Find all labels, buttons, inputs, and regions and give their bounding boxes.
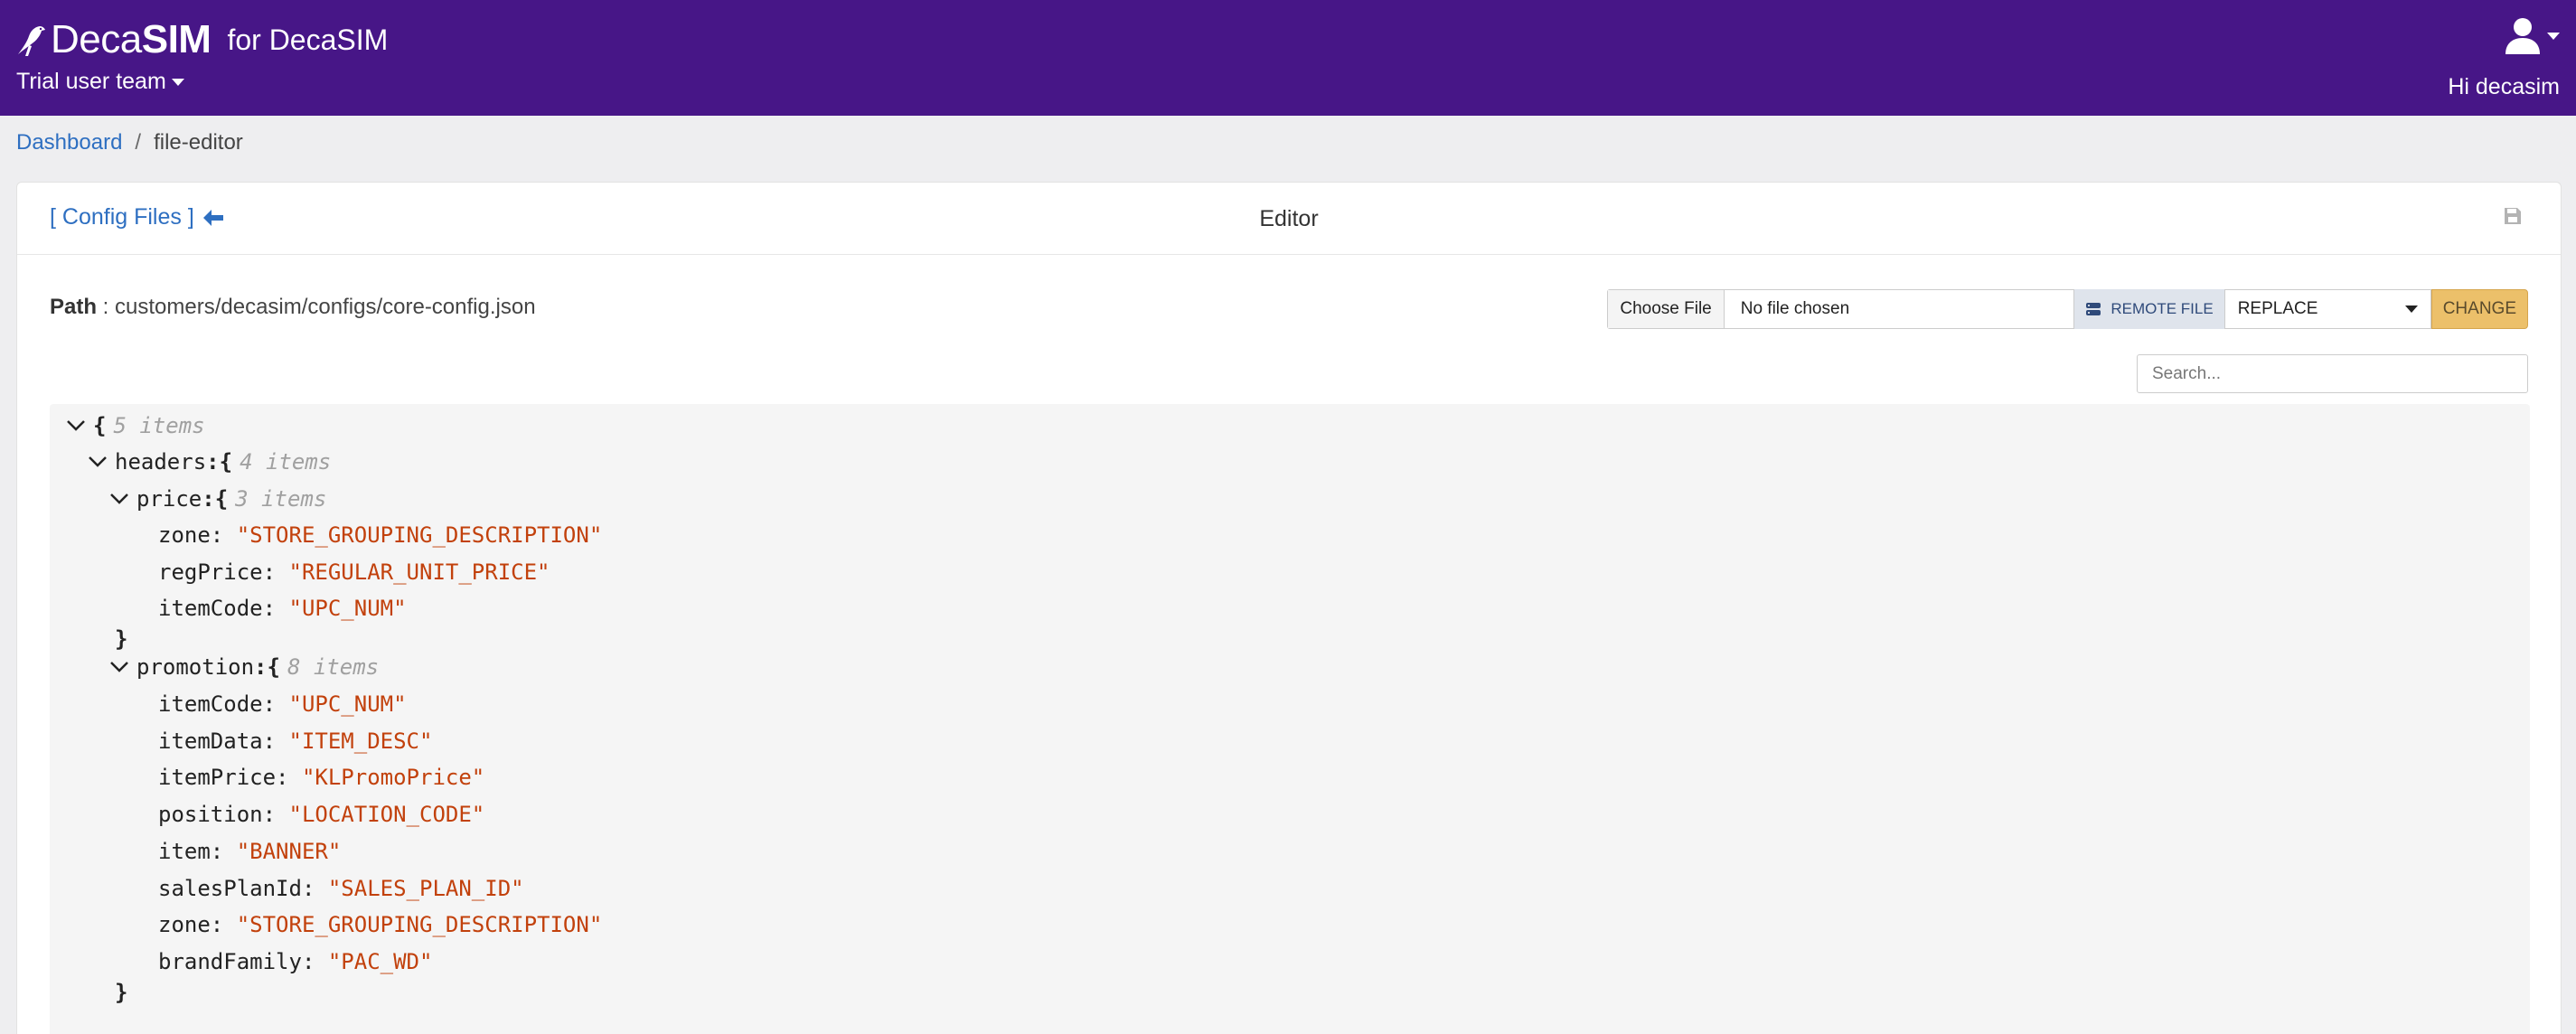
bird-logo-icon [18, 26, 45, 56]
team-dropdown[interactable]: Trial user team [16, 69, 184, 95]
breadcrumb-separator: / [135, 130, 142, 155]
json-price-line: price:{3 items [109, 481, 326, 517]
json-entry[interactable]: brandFamily: "PAC_WD" [158, 944, 432, 980]
json-entry[interactable]: salesPlanId: "SALES_PLAN_ID" [158, 870, 524, 907]
json-value: "SALES_PLAN_ID" [327, 876, 524, 901]
collapse-chevron-icon[interactable] [88, 456, 108, 468]
json-value: "UPC_NUM" [288, 691, 407, 717]
user-greeting: Hi decasim [2448, 74, 2560, 99]
change-button[interactable]: CHANGE [2430, 289, 2528, 329]
json-value: "STORE_GROUPING_DESCRIPTION" [236, 912, 603, 937]
save-icon[interactable] [2503, 206, 2523, 226]
json-key: itemCode [158, 691, 263, 717]
json-viewer: {5 items headers:{4 items price:{3 items… [50, 404, 2530, 1034]
json-entry[interactable]: itemCode: "UPC_NUM" [158, 686, 407, 722]
json-entry[interactable]: zone: "STORE_GROUPING_DESCRIPTION" [158, 907, 602, 943]
json-value: "LOCATION_CODE" [288, 802, 485, 827]
json-key: price [136, 486, 202, 512]
json-key: salesPlanId [158, 876, 302, 901]
path-label: Path [50, 295, 98, 319]
json-key: zone [158, 522, 211, 548]
json-root-line: {5 items [66, 408, 205, 444]
brand-sim: SIM [141, 17, 212, 61]
json-entry[interactable]: position: "LOCATION_CODE" [158, 796, 484, 832]
json-item-count: 8 items [287, 654, 380, 680]
card-header: [ Config Files ] Editor [17, 183, 2561, 255]
file-path: Path : customers/decasim/configs/core-co… [50, 295, 536, 320]
editor-card: [ Config Files ] Editor Path : customers… [16, 182, 2562, 1034]
json-item-count: 4 items [240, 449, 332, 475]
collapse-chevron-icon[interactable] [66, 419, 86, 432]
brand-logo[interactable]: Deca SIM for DecaSIM [16, 17, 389, 61]
path-value: : customers/decasim/configs/core-config.… [97, 295, 536, 319]
json-entry[interactable]: item: "BANNER" [158, 833, 341, 870]
json-entry[interactable]: itemData: "ITEM_DESC" [158, 723, 432, 759]
brand-tenant: for DecaSIM [227, 23, 389, 56]
team-label: Trial user team [16, 69, 166, 94]
json-value: "REGULAR_UNIT_PRICE" [288, 559, 550, 585]
json-closing-brace: } [115, 980, 128, 1005]
collapse-chevron-icon[interactable] [109, 661, 129, 673]
brand-deca: Deca [51, 17, 142, 61]
chevron-down-icon [2404, 306, 2418, 313]
json-entry[interactable]: itemPrice: "KLPromoPrice" [158, 759, 484, 795]
json-promotion-line: promotion:{8 items [109, 649, 379, 685]
page-title: Editor [1259, 206, 1319, 231]
user-menu[interactable] [2504, 16, 2560, 56]
json-value: "KLPromoPrice" [301, 765, 485, 790]
json-value: "PAC_WD" [327, 949, 433, 974]
search-input[interactable] [2137, 354, 2528, 393]
json-key: itemPrice [158, 765, 277, 790]
json-item-count: 3 items [235, 486, 327, 512]
json-key: zone [158, 912, 211, 937]
json-entry[interactable]: regPrice: "REGULAR_UNIT_PRICE" [158, 554, 550, 590]
json-entry[interactable]: zone: "STORE_GROUPING_DESCRIPTION" [158, 517, 602, 553]
file-upload-input[interactable]: Choose File No file chosen [1607, 289, 2075, 329]
json-key: itemData [158, 728, 263, 754]
json-key: regPrice [158, 559, 263, 585]
choose-file-button[interactable]: Choose File [1608, 290, 1725, 328]
file-controls: Choose File No file chosen REMOTE FILE R… [1607, 289, 2528, 329]
json-key: itemCode [158, 596, 263, 621]
json-key: headers [115, 449, 207, 475]
breadcrumb: Dashboard / file-editor [16, 130, 243, 155]
json-item-count: 5 items [113, 413, 205, 438]
server-icon [2086, 303, 2101, 315]
json-headers-line: headers:{4 items [88, 444, 331, 480]
collapse-chevron-icon[interactable] [109, 493, 129, 505]
json-value: "UPC_NUM" [288, 596, 407, 621]
mode-select[interactable]: REPLACE [2223, 289, 2431, 329]
chevron-down-icon [171, 78, 184, 86]
user-icon [2505, 18, 2540, 54]
remote-file-toggle[interactable]: REMOTE FILE [2074, 289, 2224, 329]
json-key: position [158, 802, 263, 827]
user-menu-caret-icon [2547, 33, 2560, 40]
json-value: "STORE_GROUPING_DESCRIPTION" [236, 522, 603, 548]
mode-select-value: REPLACE [2237, 299, 2318, 318]
json-value: "ITEM_DESC" [288, 728, 433, 754]
json-entry[interactable]: itemCode: "UPC_NUM" [158, 590, 407, 626]
top-navbar: Deca SIM for DecaSIM Trial user team Hi d… [0, 0, 2576, 116]
breadcrumb-dashboard-link[interactable]: Dashboard [16, 130, 122, 155]
json-key: item [158, 839, 211, 864]
json-key: promotion [136, 654, 255, 680]
breadcrumb-current: file-editor [154, 130, 243, 155]
remote-file-label: REMOTE FILE [2111, 300, 2214, 317]
json-key: brandFamily [158, 949, 302, 974]
json-value: "BANNER" [236, 839, 342, 864]
no-file-label: No file chosen [1740, 299, 1850, 318]
